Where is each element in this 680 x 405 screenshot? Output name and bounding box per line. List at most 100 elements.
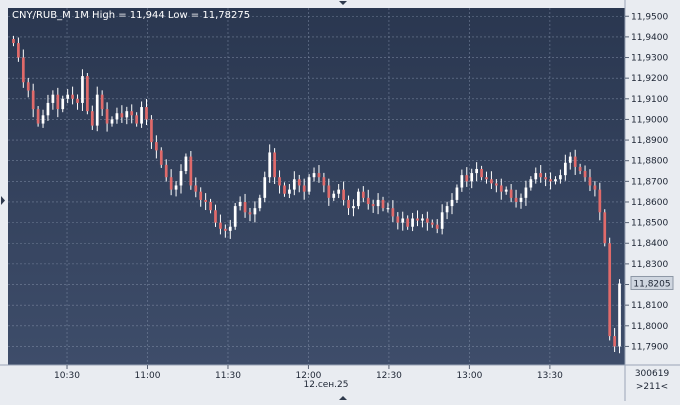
candle-body xyxy=(174,185,178,190)
candle-body xyxy=(475,168,478,174)
candle-body xyxy=(253,208,257,215)
candle-body xyxy=(204,199,207,202)
candle-body xyxy=(105,109,109,124)
candle-body xyxy=(307,177,311,192)
y-tick-label: 11,8600 xyxy=(631,198,668,208)
price-axis: 11,9500 11,9400 11,9300 11,9200 11,9100 11,90… xyxy=(625,12,668,352)
candle-body xyxy=(41,115,45,124)
candle-body xyxy=(504,189,508,192)
candle-body xyxy=(470,173,474,182)
candle-body xyxy=(534,173,538,180)
candlestick-chart: CNY/RUB_M 1M High = 11,944 Low = 11,7827… xyxy=(0,0,680,401)
candle-body xyxy=(223,228,227,231)
candle-body xyxy=(421,218,424,221)
candle-body xyxy=(17,43,20,58)
candle-body xyxy=(618,283,621,347)
candle-body xyxy=(401,218,405,223)
candle-body xyxy=(435,224,439,229)
candle-body xyxy=(366,197,370,205)
candle-body xyxy=(214,210,217,223)
corner-counter: 300619 xyxy=(635,369,670,379)
candle-body xyxy=(430,222,434,225)
candle-body xyxy=(337,189,341,194)
candle-body xyxy=(386,208,390,210)
candle-body xyxy=(125,111,129,118)
x-tick-label: 11:30 xyxy=(215,371,241,381)
candle-body xyxy=(21,57,25,83)
candle-body xyxy=(145,107,148,120)
candle-body xyxy=(376,199,380,207)
y-tick-label: 11,8000 xyxy=(631,322,668,332)
x-tick-label: 10:30 xyxy=(54,371,80,381)
y-tick-label: 11,8100 xyxy=(631,301,668,311)
candle-body xyxy=(563,162,567,176)
candle-body xyxy=(554,179,557,182)
candle-body xyxy=(130,111,134,116)
y-tick-label: 11,8900 xyxy=(631,136,668,146)
candle-body xyxy=(312,173,316,178)
candle-body xyxy=(485,177,488,180)
candle-body xyxy=(519,197,523,202)
candle-body xyxy=(164,164,168,178)
candle-body xyxy=(268,152,272,178)
candle-body xyxy=(352,206,355,209)
candle-body xyxy=(278,177,281,186)
candle-body xyxy=(169,177,173,190)
x-tick-label: 11:00 xyxy=(135,371,161,381)
candle-body xyxy=(603,212,607,244)
candle-body xyxy=(189,156,193,186)
plot-area xyxy=(8,8,625,365)
candle-body xyxy=(426,218,429,223)
candle-body xyxy=(559,175,562,180)
candle-body xyxy=(588,177,592,186)
candle-body xyxy=(31,90,35,110)
candle-body xyxy=(56,94,60,110)
candle-body xyxy=(371,204,375,207)
candle-body xyxy=(46,102,50,116)
candle-body xyxy=(391,208,395,217)
candle-body xyxy=(140,107,143,124)
candle-body xyxy=(209,201,212,211)
y-tick-label: 11,8400 xyxy=(631,239,668,249)
candle-body xyxy=(317,173,321,178)
candle-body xyxy=(460,175,464,188)
candle-body xyxy=(327,185,331,198)
candle-body xyxy=(406,218,410,227)
candle-body xyxy=(549,179,552,182)
candle-body xyxy=(465,175,469,182)
candle-body xyxy=(416,218,419,221)
candle-body xyxy=(228,226,232,231)
candle-body xyxy=(297,179,301,186)
candle-body xyxy=(494,183,498,186)
candle-body xyxy=(598,189,602,213)
candle-body xyxy=(288,189,291,194)
y-tick-label: 11,8300 xyxy=(631,260,668,270)
candle-body xyxy=(440,212,444,229)
candle-body xyxy=(411,218,414,227)
candle-body xyxy=(302,185,306,192)
y-tick-label: 11,8700 xyxy=(631,177,668,187)
candle-body xyxy=(524,187,528,198)
candle-body xyxy=(150,119,153,143)
candle-body xyxy=(499,185,503,192)
y-tick-label: 11,9000 xyxy=(631,115,668,125)
candle-body xyxy=(514,197,518,202)
candle-body xyxy=(86,76,89,112)
candle-body xyxy=(194,185,198,192)
candle-body xyxy=(509,189,513,198)
candle-body xyxy=(292,179,296,190)
last-price-marker: 11,8205 xyxy=(630,275,674,290)
candle-body xyxy=(36,109,40,124)
candle-body xyxy=(396,216,400,223)
candle-body xyxy=(544,177,547,180)
chart-header: CNY/RUB_M 1M High = 11,944 Low = 11,7827… xyxy=(12,10,250,21)
candle-body xyxy=(90,111,94,126)
candle-body xyxy=(357,191,360,207)
candle-body xyxy=(578,166,582,172)
candle-body xyxy=(480,168,483,178)
candle-body xyxy=(179,171,183,186)
x-tick-label: 12:30 xyxy=(376,371,402,381)
y-tick-label: 11,7900 xyxy=(631,342,668,352)
candle-body xyxy=(332,193,336,198)
y-tick-label: 11,9200 xyxy=(631,74,668,84)
